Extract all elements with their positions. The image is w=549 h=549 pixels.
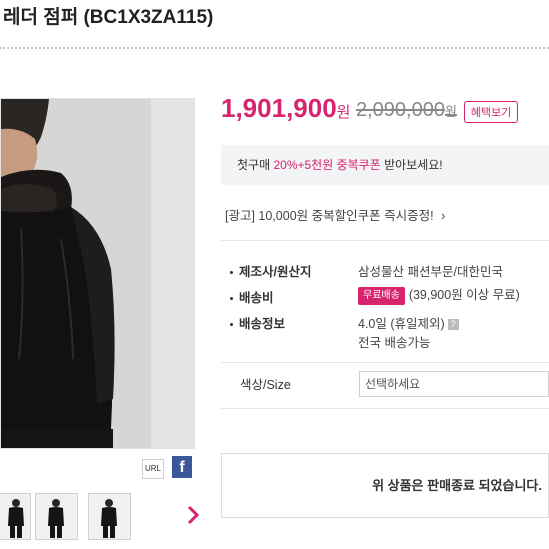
sale-price: 1,901,900원 (221, 93, 350, 124)
shipping-info-label: 배송정보 (230, 313, 285, 332)
bullet-icon (230, 297, 233, 301)
product-photo-illustration (1, 99, 194, 448)
thumbnail-item[interactable] (35, 493, 78, 540)
shipping-days-value: 4.0일 (휴일제외)? (358, 313, 459, 332)
option-label: 색상/Size (240, 378, 291, 392)
shipping-fee-label: 배송비 (230, 287, 274, 306)
shipping-days-text: 4.0일 (휴일제외) (358, 317, 445, 331)
shipping-info-label-text: 배송정보 (239, 317, 286, 331)
thumbnail-item[interactable] (88, 493, 131, 540)
help-icon[interactable]: ? (447, 319, 459, 331)
view-benefits-button[interactable]: 혜택보기 (464, 101, 518, 123)
thumbnail-item[interactable] (0, 493, 31, 540)
shipping-fee-condition: (39,900원 이상 무료) (408, 288, 520, 302)
section-divider (221, 362, 549, 363)
coupon-highlight: 20%+5천원 중복쿠폰 (273, 158, 381, 172)
shipping-fee-value: 무료배송 (39,900원 이상 무료) (358, 284, 520, 305)
product-main-image[interactable] (0, 98, 195, 449)
maker-origin-value: 삼성물산 패션부문/대한민국 (358, 265, 503, 279)
chevron-right-icon: › (441, 209, 446, 223)
original-price-value: 2,090,000 (356, 99, 445, 121)
ad-coupon-link[interactable]: [광고] 10,000원 중복할인쿠폰 즉시증정! › (225, 205, 445, 224)
section-divider (221, 408, 549, 409)
thumbnail-image (36, 494, 77, 539)
thumbnail-image (0, 494, 30, 539)
product-title: 레더 점퍼 (BC1X3ZA115) (3, 7, 214, 28)
original-price-unit: 원 (444, 104, 457, 119)
section-divider (221, 240, 549, 241)
free-shipping-badge: 무료배송 (358, 286, 405, 305)
shipping-area-value: 전국 배송가능 (358, 336, 431, 350)
coupon-suffix: 받아보세요! (380, 158, 443, 172)
maker-origin-label: 제조사/원산지 (230, 261, 311, 280)
maker-origin-label-text: 제조사/원산지 (239, 265, 312, 279)
color-size-select[interactable]: 선택하세요 (359, 371, 549, 397)
copy-url-button[interactable]: URL (142, 459, 164, 479)
sale-price-value: 1,901,900 (221, 93, 337, 123)
thumbnail-image (89, 494, 130, 539)
first-purchase-coupon-banner[interactable]: 첫구매 20%+5천원 중복쿠폰 받아보세요! (221, 145, 549, 185)
shipping-fee-label-text: 배송비 (239, 291, 274, 305)
thumbnail-next-arrow-icon[interactable] (184, 503, 202, 527)
original-price: 2,090,000원 (356, 99, 457, 122)
facebook-share-button[interactable]: f (172, 456, 192, 478)
bullet-icon (230, 323, 233, 327)
coupon-prefix: 첫구매 (237, 158, 274, 172)
sales-ended-notice: 위 상품은 판매종료 되었습니다. (221, 453, 549, 518)
ad-coupon-text: [광고] 10,000원 중복할인쿠폰 즉시증정! (225, 209, 434, 223)
title-divider (0, 47, 549, 49)
bullet-icon (230, 271, 233, 275)
sale-price-unit: 원 (336, 104, 351, 121)
